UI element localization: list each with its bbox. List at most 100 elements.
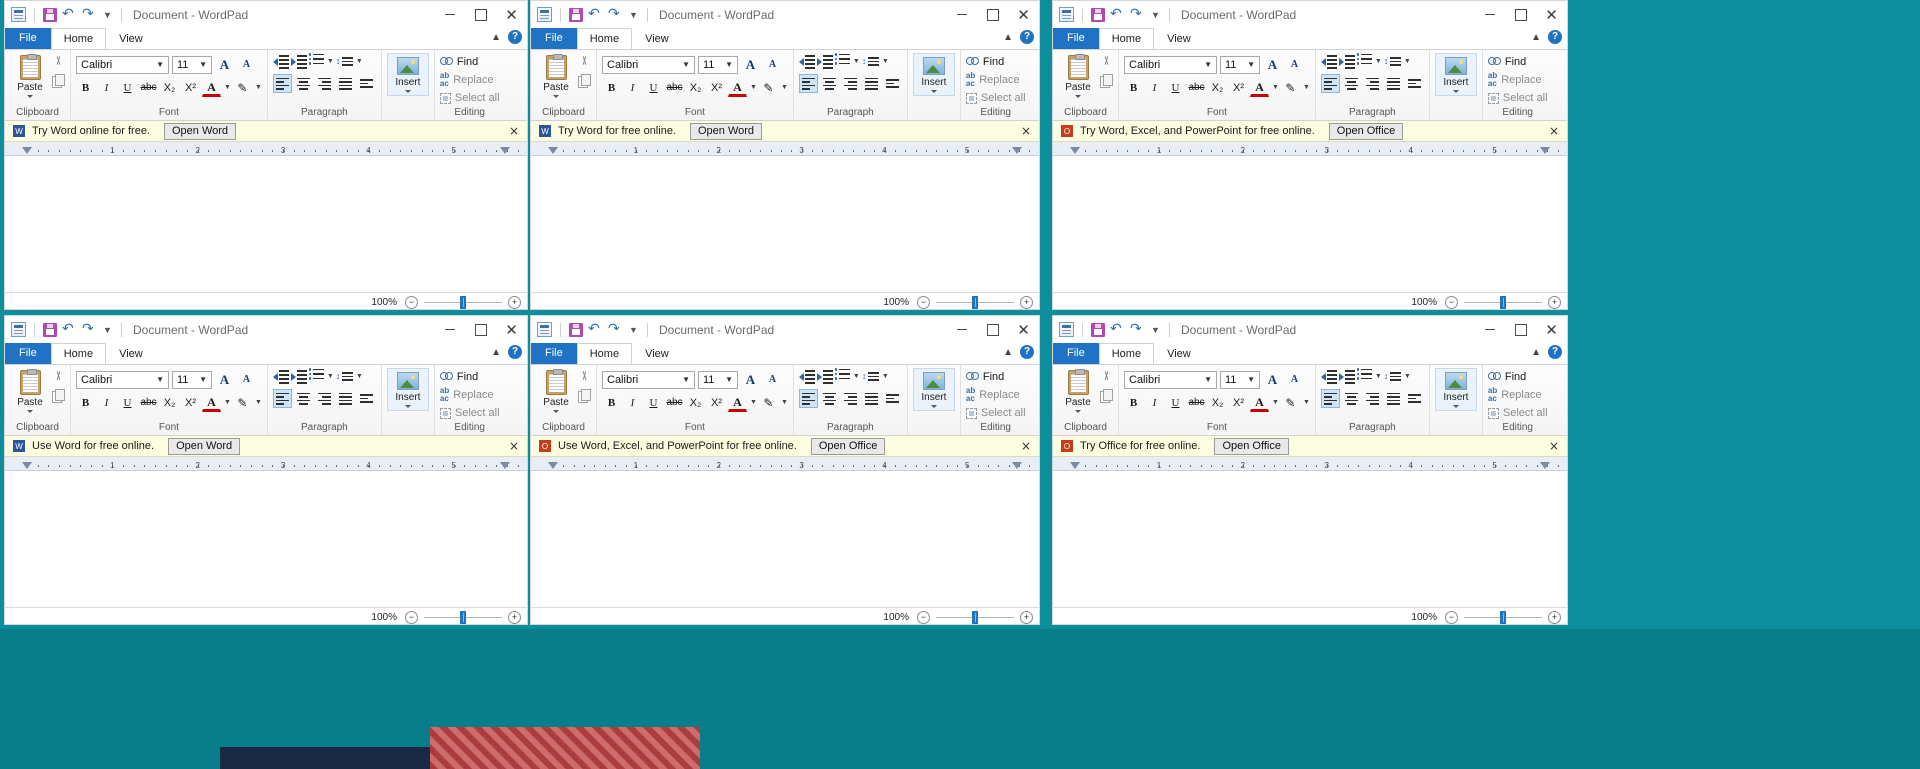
justify-icon[interactable] bbox=[862, 389, 881, 408]
font-family-select[interactable]: Calibri ▼ bbox=[1124, 55, 1217, 74]
italic-button[interactable]: I bbox=[623, 393, 642, 412]
grow-font-icon[interactable]: A bbox=[1263, 55, 1282, 74]
tab-view[interactable]: View bbox=[632, 28, 682, 49]
bold-button[interactable]: B bbox=[602, 78, 621, 97]
bullets-icon[interactable] bbox=[308, 368, 324, 385]
window-controls[interactable]: ✕ bbox=[1474, 316, 1567, 343]
undo-icon[interactable]: ↶ bbox=[588, 7, 603, 22]
chevron-down-icon[interactable]: ▼ bbox=[750, 84, 757, 91]
chevron-down-icon[interactable] bbox=[553, 95, 559, 98]
document-canvas[interactable] bbox=[531, 471, 1039, 607]
font-size-select[interactable]: 11 ▼ bbox=[698, 55, 738, 74]
copy-icon[interactable] bbox=[1100, 74, 1113, 88]
status-bar[interactable]: 100% − + bbox=[531, 292, 1039, 309]
save-icon[interactable] bbox=[1091, 322, 1105, 337]
paragraph-settings-icon[interactable] bbox=[883, 389, 902, 408]
chevron-down-icon[interactable]: ▼ bbox=[1150, 9, 1161, 21]
chevron-down-icon[interactable] bbox=[930, 90, 937, 93]
align-center-icon[interactable] bbox=[294, 74, 313, 93]
tab-view[interactable]: View bbox=[106, 28, 156, 49]
tab-home[interactable]: Home bbox=[50, 28, 107, 49]
minimize-icon[interactable] bbox=[1474, 317, 1505, 343]
align-center-icon[interactable] bbox=[820, 389, 839, 408]
chevron-down-icon[interactable]: ▼ bbox=[102, 9, 113, 21]
redo-icon[interactable]: ↷ bbox=[1130, 322, 1145, 337]
tab-view[interactable]: View bbox=[1154, 343, 1204, 364]
banner-close-icon[interactable]: × bbox=[1021, 124, 1031, 138]
window-controls[interactable]: ✕ bbox=[946, 316, 1039, 343]
highlight-icon[interactable]: ✎ bbox=[233, 78, 252, 97]
document-canvas[interactable] bbox=[5, 471, 527, 607]
ruler[interactable]: 1 2 3 4 5 bbox=[1053, 457, 1567, 471]
bullets-icon[interactable] bbox=[1356, 368, 1372, 385]
font-size-select[interactable]: 11 ▼ bbox=[698, 370, 738, 389]
shrink-font-icon[interactable]: A bbox=[1285, 55, 1304, 74]
ribbon-tabs[interactable]: File Home View ▲ ? bbox=[5, 343, 527, 364]
help-icon[interactable]: ? bbox=[1548, 345, 1562, 359]
ruler[interactable]: 1 2 3 4 5 bbox=[5, 457, 527, 471]
ruler-indent-marker-right[interactable] bbox=[500, 147, 510, 154]
font-size-select[interactable]: 11 ▼ bbox=[172, 370, 212, 389]
find-button[interactable]: Find bbox=[1487, 368, 1548, 386]
chevron-down-icon[interactable]: ▼ bbox=[1245, 375, 1257, 384]
cut-icon[interactable] bbox=[1100, 56, 1113, 69]
status-bar[interactable]: 100% − + bbox=[531, 607, 1039, 624]
grow-font-icon[interactable]: A bbox=[741, 370, 760, 389]
ribbon[interactable]: Paste Clipboard Calibri ▼ 11 ▼ A A B I U… bbox=[531, 49, 1039, 121]
strikethrough-button[interactable]: abc bbox=[139, 393, 158, 412]
chevron-down-icon[interactable] bbox=[404, 90, 411, 93]
decrease-indent-icon[interactable] bbox=[798, 55, 815, 69]
ruler[interactable]: 1 2 3 4 5 bbox=[531, 142, 1039, 156]
insert-button[interactable]: Insert bbox=[386, 53, 429, 96]
align-right-icon[interactable] bbox=[841, 389, 860, 408]
cut-icon[interactable] bbox=[1100, 371, 1113, 384]
replace-button[interactable]: ab ac Replace bbox=[966, 71, 1026, 89]
quick-access-toolbar[interactable]: ↶ ↷ ▼ bbox=[11, 322, 125, 337]
ribbon-tabs[interactable]: File Home View ▲ ? bbox=[531, 28, 1039, 49]
chevron-down-icon[interactable]: ▼ bbox=[224, 399, 231, 406]
zoom-out-button[interactable]: − bbox=[917, 295, 930, 309]
shrink-font-icon[interactable]: A bbox=[763, 370, 782, 389]
status-bar[interactable]: 100% − + bbox=[1053, 607, 1567, 624]
ribbon-tabs[interactable]: File Home View ▲ ? bbox=[1053, 28, 1567, 49]
increase-indent-icon[interactable] bbox=[816, 55, 833, 69]
tab-file[interactable]: File bbox=[1053, 28, 1099, 49]
align-right-icon[interactable] bbox=[1363, 389, 1382, 408]
superscript-button[interactable]: X² bbox=[181, 78, 200, 97]
shrink-font-icon[interactable]: A bbox=[763, 55, 782, 74]
line-spacing-icon[interactable]: ↕ bbox=[336, 53, 353, 70]
align-left-icon[interactable] bbox=[798, 389, 818, 408]
save-icon[interactable] bbox=[1091, 7, 1105, 22]
paste-button[interactable]: Paste bbox=[536, 53, 576, 98]
quick-access-toolbar[interactable]: ↶ ↷ ▼ bbox=[537, 7, 651, 22]
chevron-down-icon[interactable]: ▼ bbox=[1303, 84, 1310, 91]
document-canvas[interactable] bbox=[1053, 156, 1567, 292]
chevron-down-icon[interactable] bbox=[27, 95, 33, 98]
bold-button[interactable]: B bbox=[602, 393, 621, 412]
shrink-font-icon[interactable]: A bbox=[237, 370, 256, 389]
paragraph-settings-icon[interactable] bbox=[1405, 74, 1424, 93]
chevron-down-icon[interactable]: ▼ bbox=[356, 373, 363, 380]
tab-home[interactable]: Home bbox=[1098, 28, 1155, 49]
text-color-button[interactable]: A bbox=[202, 393, 221, 412]
chevron-down-icon[interactable] bbox=[27, 410, 33, 413]
align-center-icon[interactable] bbox=[1342, 74, 1361, 93]
wordpad-window-6[interactable]: ↶ ↷ ▼ Document - WordPad ✕ File Home Vie… bbox=[1052, 315, 1568, 625]
ribbon[interactable]: Paste Clipboard Calibri ▼ 11 ▼ A A B I U… bbox=[1053, 49, 1567, 121]
document-canvas[interactable] bbox=[531, 156, 1039, 292]
minimize-icon[interactable] bbox=[946, 2, 977, 28]
subscript-button[interactable]: X₂ bbox=[686, 78, 705, 97]
underline-button[interactable]: U bbox=[644, 393, 663, 412]
cut-icon[interactable] bbox=[578, 371, 591, 384]
banner-action-button[interactable]: Open Word bbox=[164, 122, 237, 140]
strikethrough-button[interactable]: abc bbox=[1187, 78, 1206, 97]
ribbon-tab-actions[interactable]: ▲ ? bbox=[1003, 345, 1034, 359]
copy-icon[interactable] bbox=[578, 389, 591, 403]
maximize-icon[interactable] bbox=[1505, 2, 1536, 28]
underline-button[interactable]: U bbox=[1166, 78, 1185, 97]
undo-icon[interactable]: ↶ bbox=[1110, 322, 1125, 337]
line-spacing-icon[interactable]: ↕ bbox=[1384, 53, 1401, 70]
align-left-icon[interactable] bbox=[272, 74, 292, 93]
title-bar[interactable]: ↶ ↷ ▼ Document - WordPad ✕ bbox=[531, 316, 1039, 343]
align-right-icon[interactable] bbox=[315, 74, 334, 93]
